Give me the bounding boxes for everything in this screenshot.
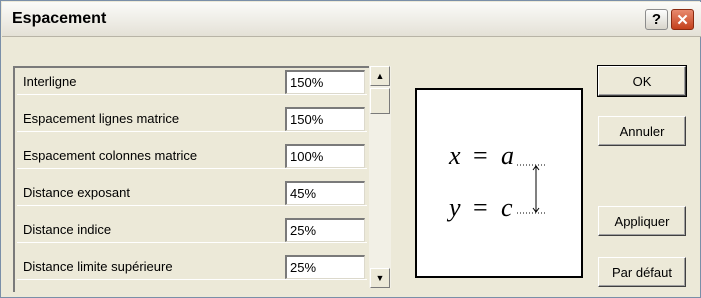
formula-preview: x = a y = c [446, 141, 547, 222]
arrow-up-icon: ▲ [375, 71, 385, 81]
row-label: Espacement lignes matrice [23, 111, 180, 126]
row-label: Distance limite supérieure [23, 259, 173, 274]
ok-button[interactable]: OK [597, 65, 687, 97]
formula-var-c: c [501, 193, 513, 222]
help-button[interactable]: ? [645, 9, 668, 30]
row-distance-exposant: Distance exposant [17, 179, 367, 206]
scroll-down-button[interactable]: ▼ [370, 268, 390, 288]
formula-var-a: a [501, 141, 514, 170]
preview-box: x = a y = c [415, 88, 583, 278]
row-espacement-lignes: Espacement lignes matrice [17, 105, 367, 132]
close-button[interactable]: ✕ [671, 9, 694, 30]
arrow-down-icon: ▼ [375, 273, 385, 283]
title-bar[interactable]: Espacement ? ✕ [2, 2, 701, 37]
close-icon: ✕ [676, 11, 689, 29]
espacement-dialog: Espacement ? ✕ Interligne Espacement lig… [0, 0, 701, 298]
distance-exposant-input[interactable] [285, 181, 365, 205]
spacing-grid: Interligne Espacement lignes matrice Esp… [13, 66, 369, 292]
row-distance-limite: Distance limite supérieure [17, 253, 367, 280]
row-espacement-colonnes: Espacement colonnes matrice [17, 142, 367, 169]
apply-button[interactable]: Appliquer [598, 206, 686, 236]
window-title: Espacement [12, 10, 107, 27]
scroll-thumb[interactable] [370, 88, 390, 114]
row-interligne: Interligne [17, 68, 367, 95]
vertical-scrollbar[interactable]: ▲ ▼ [369, 66, 391, 288]
interligne-input[interactable] [285, 70, 365, 94]
line-spacing-indicator [517, 164, 547, 214]
row-label: Distance indice [23, 222, 112, 237]
default-button[interactable]: Par défaut [598, 257, 686, 287]
espacement-colonnes-input[interactable] [285, 144, 365, 168]
formula-equals: = [473, 193, 488, 222]
cancel-button[interactable]: Annuler [598, 116, 686, 146]
row-label: Distance exposant [23, 185, 130, 200]
formula-equals: = [473, 141, 488, 170]
row-distance-indice: Distance indice [17, 216, 367, 243]
distance-limite-input[interactable] [285, 255, 365, 279]
scroll-up-button[interactable]: ▲ [370, 66, 390, 86]
espacement-lignes-input[interactable] [285, 107, 365, 131]
formula-var-x: x [448, 141, 461, 170]
row-label: Espacement colonnes matrice [23, 148, 198, 163]
formula-var-y: y [446, 193, 461, 222]
distance-indice-input[interactable] [285, 218, 365, 242]
row-label: Interligne [23, 74, 77, 89]
